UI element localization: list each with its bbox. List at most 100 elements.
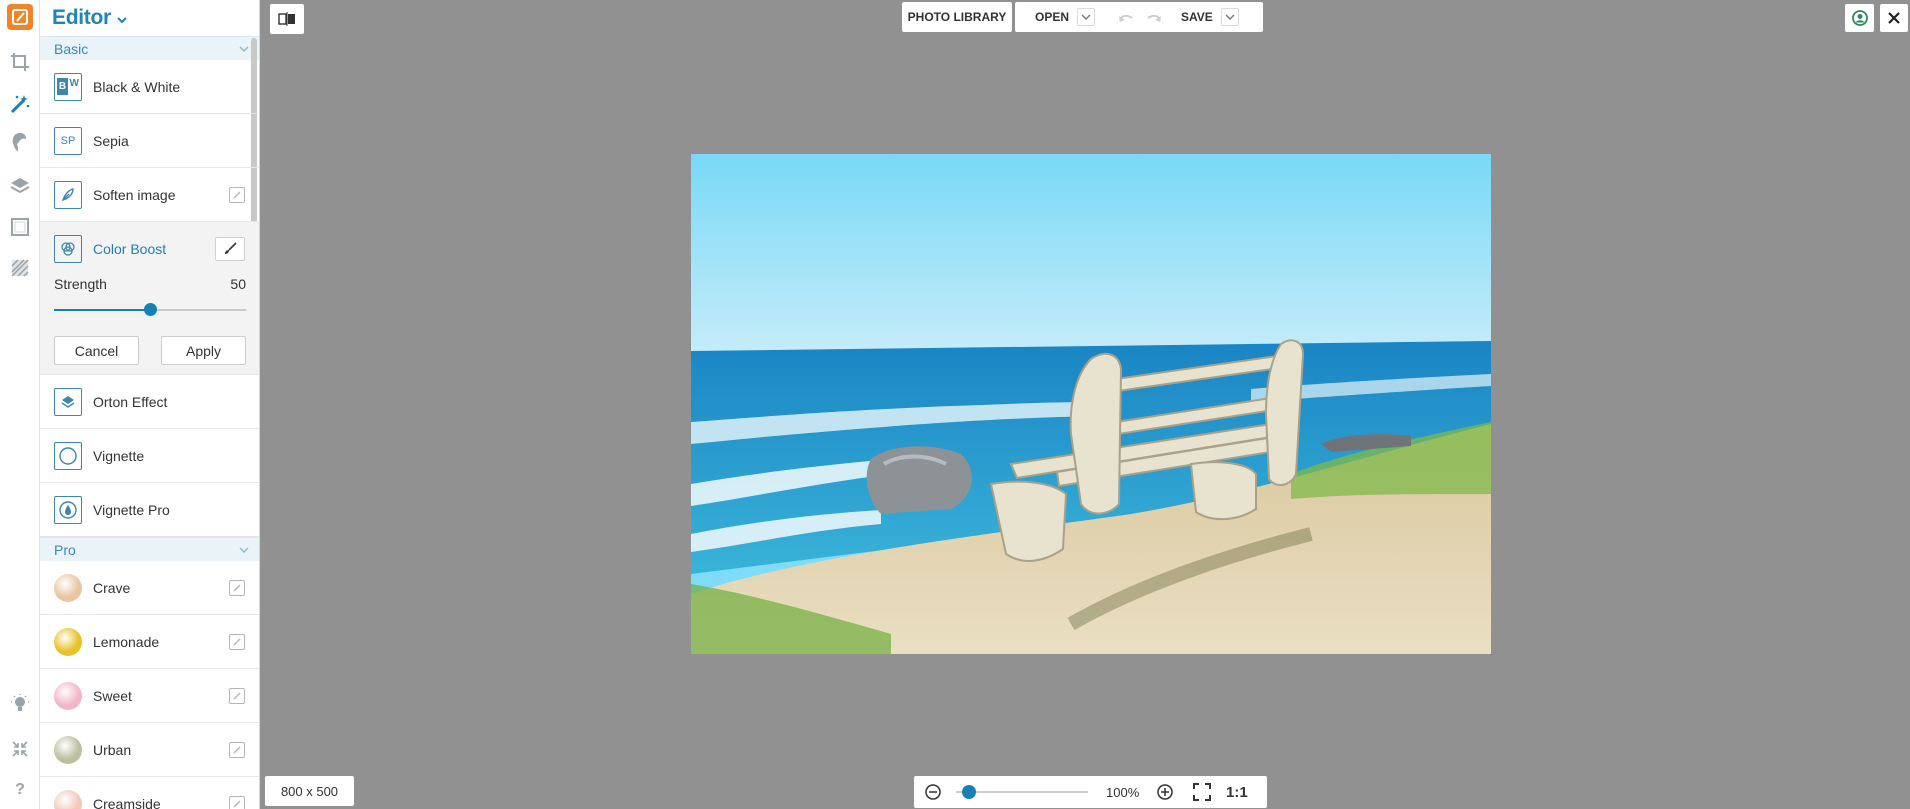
sepia-icon: SP — [54, 126, 82, 155]
strength-label: Strength — [54, 276, 107, 292]
action-buttons: Cancel Apply — [40, 322, 259, 374]
cancel-button[interactable]: Cancel — [54, 336, 139, 365]
close-button[interactable] — [1880, 4, 1908, 32]
filter-sepia[interactable]: SP Sepia — [40, 114, 259, 168]
zoom-handle[interactable] — [962, 785, 977, 799]
filter-label: Sepia — [93, 132, 129, 149]
zoom-percent: 100% — [1106, 784, 1140, 800]
history-controls — [1117, 10, 1163, 24]
urban-thumbnail — [54, 735, 82, 764]
section-pro-label: Pro — [54, 541, 76, 558]
photo-canvas[interactable] — [691, 154, 1491, 654]
save-dropdown[interactable] — [1220, 8, 1239, 26]
filter-lemonade[interactable]: Lemonade — [40, 615, 259, 669]
filter-label: Creamside — [93, 795, 161, 809]
filter-label: Urban — [93, 741, 132, 758]
brush-icon — [225, 242, 237, 254]
zoom-controls: 100% 1:1 — [914, 776, 1267, 808]
fit-screen-icon[interactable] — [1192, 782, 1212, 802]
creamside-thumbnail — [54, 789, 82, 809]
filter-label: Soften image — [93, 186, 176, 203]
filter-creamside[interactable]: Creamside — [40, 777, 259, 809]
zoom-slider[interactable] — [956, 782, 1088, 802]
filter-vignette[interactable]: Vignette — [40, 429, 259, 483]
open-dropdown[interactable] — [1077, 8, 1096, 26]
vignette-pro-icon — [54, 495, 82, 524]
undo-icon[interactable] — [1117, 10, 1135, 24]
lemonade-thumbnail — [54, 627, 82, 656]
color-boost-panel: Color Boost Strength 50 Cancel Apply — [40, 222, 259, 375]
frame-icon[interactable] — [8, 215, 32, 239]
account-button[interactable] — [1845, 4, 1874, 32]
chevron-down-icon — [239, 547, 249, 553]
compare-button[interactable] — [270, 4, 304, 34]
chevron-down-icon — [1081, 14, 1091, 20]
filter-label: Vignette Pro — [93, 501, 170, 518]
filter-orton-effect[interactable]: Orton Effect — [40, 375, 259, 429]
feather-icon — [54, 180, 82, 209]
filter-black-white[interactable]: B W Black & White — [40, 60, 259, 114]
actual-size-button[interactable]: 1:1 — [1226, 784, 1248, 801]
help-icon[interactable]: ? — [8, 778, 32, 802]
panel-header[interactable]: Editor — [40, 0, 259, 36]
file-actions-group: OPEN SAVE — [1015, 2, 1263, 32]
compare-icon — [278, 12, 295, 26]
zoom-in-icon[interactable] — [1156, 783, 1174, 801]
tool-rail: ? — [0, 0, 40, 809]
strength-slider[interactable] — [54, 298, 246, 322]
collapse-icon[interactable] — [8, 737, 32, 761]
open-button[interactable]: OPEN — [1035, 10, 1069, 24]
edit-icon[interactable] — [229, 579, 245, 596]
filter-label: Black & White — [93, 78, 181, 95]
photo-library-button[interactable]: PHOTO LIBRARY — [902, 2, 1012, 32]
section-basic[interactable]: Basic — [40, 36, 259, 60]
filter-sweet[interactable]: Sweet — [40, 669, 259, 723]
filter-vignette-pro[interactable]: Vignette Pro — [40, 483, 259, 537]
image-dimensions: 800 x 500 — [265, 776, 354, 806]
brush-button[interactable] — [215, 237, 245, 261]
orton-effect-icon — [54, 387, 82, 416]
apply-button[interactable]: Apply — [161, 336, 246, 365]
filter-label: Orton Effect — [93, 393, 168, 410]
crave-thumbnail — [54, 573, 82, 602]
section-basic-label: Basic — [54, 40, 89, 57]
strength-value: 50 — [230, 276, 246, 292]
slider-handle[interactable] — [144, 303, 157, 316]
edit-icon[interactable] — [229, 741, 245, 758]
app-logo-icon[interactable] — [7, 4, 33, 30]
save-button[interactable]: SAVE — [1181, 10, 1213, 24]
lightbulb-icon[interactable] — [8, 692, 32, 716]
edit-icon[interactable] — [229, 795, 245, 809]
sweet-thumbnail — [54, 681, 82, 710]
chevron-down-icon — [117, 11, 127, 27]
chevron-down-icon — [239, 46, 249, 52]
edit-icon[interactable] — [229, 687, 245, 704]
zoom-out-icon[interactable] — [924, 783, 942, 801]
vignette-icon — [54, 441, 82, 470]
filter-color-boost[interactable]: Color Boost — [40, 222, 259, 276]
section-pro[interactable]: Pro — [40, 537, 259, 561]
layers-icon[interactable] — [8, 174, 32, 198]
edit-icon[interactable] — [229, 633, 245, 650]
crop-icon[interactable] — [8, 50, 32, 74]
edit-icon[interactable] — [229, 186, 245, 203]
black-white-icon: B W — [54, 72, 82, 101]
beach-bench-photo — [691, 154, 1491, 654]
slider-fill — [54, 309, 150, 311]
color-boost-icon — [54, 235, 82, 263]
retouch-face-icon[interactable] — [8, 130, 32, 154]
magic-wand-icon[interactable] — [8, 92, 32, 116]
strength-row: Strength 50 — [40, 276, 259, 298]
filter-urban[interactable]: Urban — [40, 723, 259, 777]
editor-panel: Editor Basic B W Black & White SP Sepia … — [40, 0, 260, 809]
filter-soften-image[interactable]: Soften image — [40, 168, 259, 222]
close-icon — [1888, 12, 1900, 24]
redo-icon[interactable] — [1145, 10, 1163, 24]
panel-title: Editor — [52, 6, 111, 29]
user-icon — [1851, 10, 1868, 26]
filter-crave[interactable]: Crave — [40, 561, 259, 615]
filter-label: Lemonade — [93, 633, 160, 650]
texture-icon[interactable] — [8, 256, 32, 280]
filter-label: Crave — [93, 579, 131, 596]
chevron-down-icon — [1225, 14, 1235, 20]
